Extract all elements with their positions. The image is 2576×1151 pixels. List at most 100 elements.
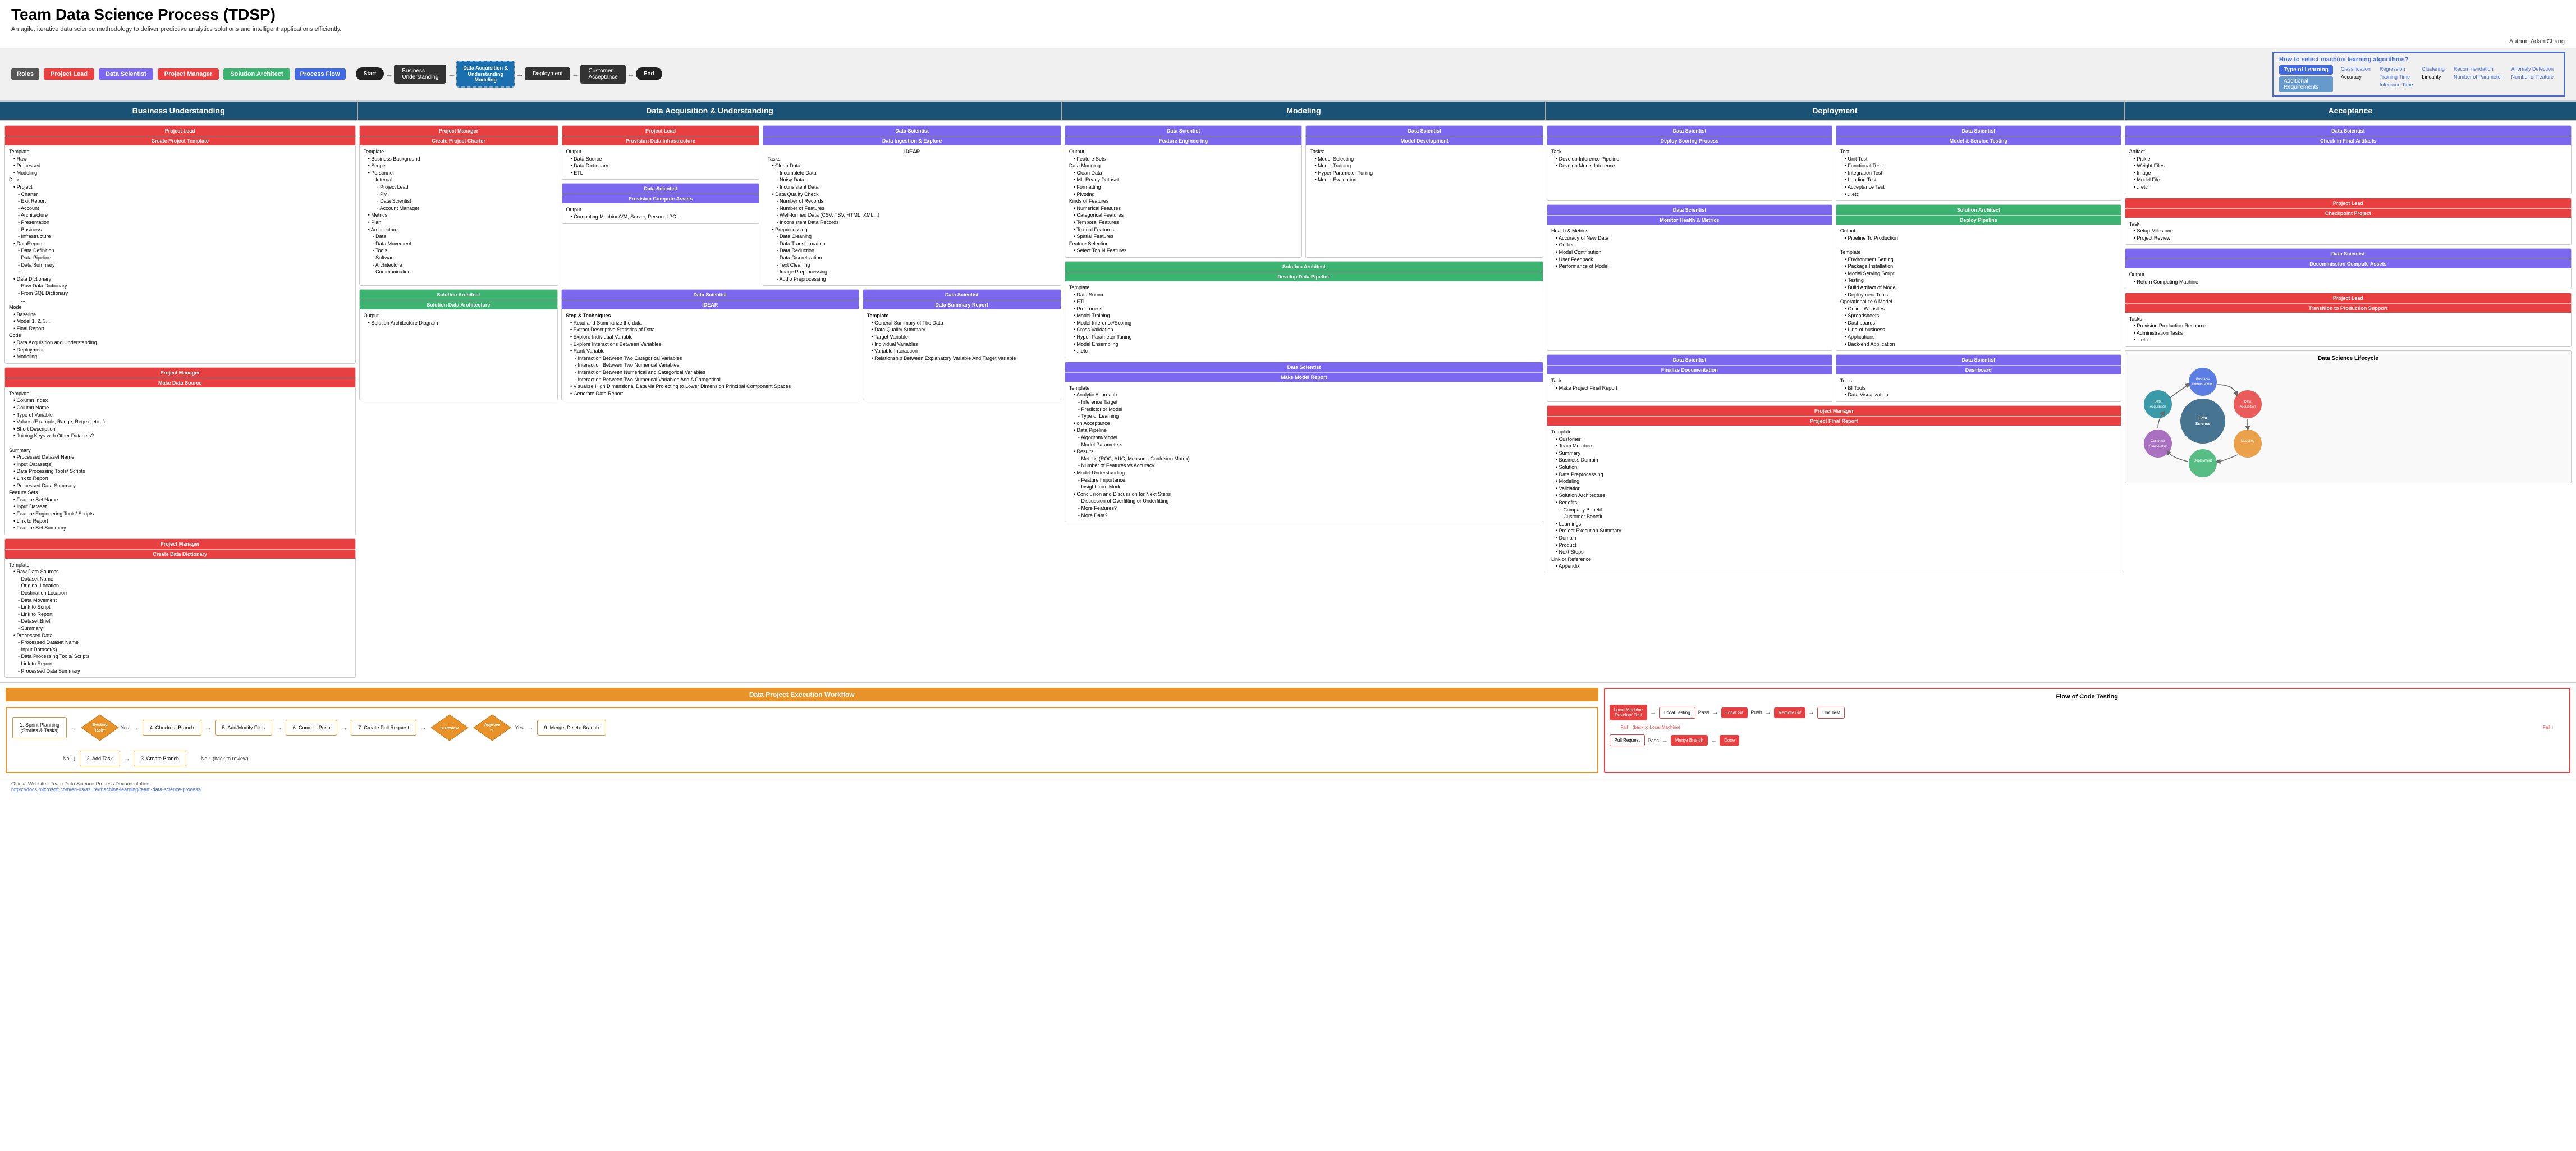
card-body-sa-deploy: Output • Pipeline To Production Template… [1836,225,2121,350]
provision-col: Project Lead Provision Data Infrastructu… [562,125,760,286]
card-title-monitor: Monitor Health & Metrics [1547,215,1832,225]
wf-arrow5: → [341,724,347,732]
card-body-data-dict: Template • Raw Data Sources - Dataset Na… [5,559,355,678]
ml-col-recommendation: Recommendation [2449,65,2507,73]
card-title-ingest: Data Ingestion & Explore [763,136,1060,145]
col-modeling: Data Scientist Feature Engineering Outpu… [1065,125,1543,678]
svg-text:Approve: Approve [484,723,501,727]
svg-text:Existing: Existing [92,723,107,727]
roles-label: Roles [11,68,39,80]
svg-text:Task?: Task? [94,729,106,733]
card-title-check-final: Check in Final Artifacts [2125,136,2571,145]
ml-row-accuracy: Accuracy [2336,73,2375,81]
card-title-finalize: Finalize Documentation [1547,365,1832,374]
ml-additional: AdditionalRequirements [2279,76,2333,92]
card-pm-charter: Project Manager Create Project Charter T… [359,125,558,286]
data-scientist-btn[interactable]: Data Scientist [99,68,153,80]
card-body-sa-pipeline: Template • Data Source • ETL • Preproces… [1065,281,1543,358]
svg-text:Data: Data [2154,400,2161,404]
card-sa-deploy: Solution Architect Deploy Pipeline Outpu… [1836,204,2121,351]
flow-start: Start [356,67,384,80]
card-title-summary: Data Summary Report [863,300,1061,309]
card-body-compute: Output • Computing Machine/VM, Server, P… [562,203,759,223]
ct-local-machine: Local MachineDevelop/ Test [1610,705,1648,720]
ct-merge-branch: Merge Branch [1671,735,1708,746]
wf-no-label2: No ↑ (back to review) [201,756,249,761]
ml-col-anomaly: Anomaly Detection [2506,65,2558,73]
wf-commit: 6. Commit, Push [286,720,338,736]
card-body-monitor: Health & Metrics • Accuracy of New Data … [1547,225,1832,273]
ml-box-title: How to select machine learning algorithm… [2279,56,2558,63]
card-body-ingest: IDEAR Tasks • Clean Data - Incomplete Da… [763,145,1060,285]
card-decommission: Data Scientist Decommission Compute Asse… [2125,248,2572,289]
data-acq-row2: Solution Architect Solution Data Archite… [359,289,1061,400]
card-body-charter: Template • Business Background • Scope •… [360,145,558,278]
modeling-row1: Data Scientist Feature Engineering Outpu… [1065,125,1543,258]
card-body-model-dev: Tasks: • Model Selecting • Model Trainin… [1306,145,1543,186]
wf-yes-label2: Yes [515,725,524,730]
card-title-model-service: Model & Service Testing [1836,136,2121,145]
deploy-row2: Data Scientist Monitor Health & Metrics … [1547,204,2121,351]
card-finalize: Data Scientist Finalize Documentation Ta… [1547,354,1832,402]
lifecycle-title: Data Science Lifecycle [2130,355,2566,362]
author: Author: AdamChang [0,35,2576,48]
card-role-sa: Solution Architect [360,290,557,300]
card-role-deploy-scoring: Data Scientist [1547,126,1832,136]
card-role-model-service: Data Scientist [1836,126,2121,136]
svg-text:Customer: Customer [2151,440,2165,443]
card-project-lead-create: Project Lead Create Project Template Tem… [4,125,356,364]
card-role-ds-provision: Data Scientist [562,184,759,194]
wf-arrow9: → [123,755,130,762]
deploy-row3: Data Scientist Finalize Documentation Ta… [1547,354,2121,402]
ct-bottom-flow: Pull Request Pass → Merge Branch → Done [1610,734,2565,746]
ct-pass2: Pass [1648,738,1659,743]
svg-text:Modeling: Modeling [2241,440,2254,443]
svg-text:Science: Science [2195,422,2211,426]
card-role-idear: Data Scientist [562,290,859,300]
card-ds-provision: Data Scientist Provision Compute Assets … [562,183,760,223]
wf-add-modify: 5. Add/Modify Files [215,720,272,736]
ct-fail1: Fail ↑ (back to Local Machine) [1621,725,1680,730]
card-title-deploy-scoring: Deploy Scoring Process [1547,136,1832,145]
card-title-data-dict: Create Data Dictionary [5,549,355,559]
footer: Official Website - Team Data Science Pro… [0,778,2576,795]
card-title-transition: Transition to Production Support [2125,303,2571,313]
wf-yes-label1: Yes [121,725,129,730]
card-body-provision: Output • Data Source • Data Dictionary •… [562,145,759,179]
card-role-pm-make: Project Manager [5,368,355,378]
card-role-finalize: Data Scientist [1547,355,1832,365]
process-flow-label: Process Flow [295,68,346,80]
card-title-sa-deploy: Deploy Pipeline [1836,215,2121,225]
wf-arrow8: ↓ [73,755,76,762]
card-title-project-final: Project Final Report [1547,416,2121,426]
card-title-model-report: Make Model Report [1065,372,1543,382]
card-feature-eng: Data Scientist Feature Engineering Outpu… [1065,125,1303,258]
ml-col-regression: Regression [2375,65,2418,73]
card-body-summary: Template • General Summary of The Data •… [863,309,1061,364]
wf-add-task: 2. Add Task [80,751,120,766]
card-body-make-data: Template • Column Index • Column Name • … [5,387,355,535]
project-lead-btn[interactable]: Project Lead [44,68,94,80]
card-role-pl-provision: Project Lead [562,126,759,136]
card-body-create-project: Template • Raw • Processed • Modeling Do… [5,145,355,363]
flow-business: BusinessUnderstanding [394,65,446,84]
card-body-decommission: Output • Return Computing Machine [2125,268,2571,288]
flow-deployment: Deployment [525,67,570,80]
solution-architect-btn[interactable]: Solution Architect [223,68,290,80]
card-role-monitor: Data Scientist [1547,205,1832,215]
svg-text:Business: Business [2196,378,2210,381]
svg-text:Data: Data [2244,400,2251,404]
footer-url: https://docs.microsoft.com/en-us/azure/m… [11,787,202,792]
col-deployment: Data Scientist Deploy Scoring Process Ta… [1547,125,2121,678]
card-body-finalize: Task • Make Project Final Report [1547,374,1832,394]
flow-data-acquisition: Data Acquisition &UnderstandingModeling [456,61,515,88]
card-title-make-data: Make Data Source [5,378,355,387]
roles-bar: Roles Project Lead Data Scientist Projec… [0,48,2576,101]
svg-text:Acquisition: Acquisition [2239,405,2256,409]
project-manager-btn[interactable]: Project Manager [158,68,219,80]
card-body-check-final: Artifact • Pickle • Weight Files • Image… [2125,145,2571,194]
card-checkpoint: Project Lead Checkpoint Project Task • S… [2125,198,2572,245]
ct-fail-labels: Fail ↑ (back to Local Machine) Fail ↑ [1610,725,2565,730]
card-title-charter: Create Project Charter [360,136,558,145]
card-role-ds-ingest: Data Scientist [763,126,1060,136]
